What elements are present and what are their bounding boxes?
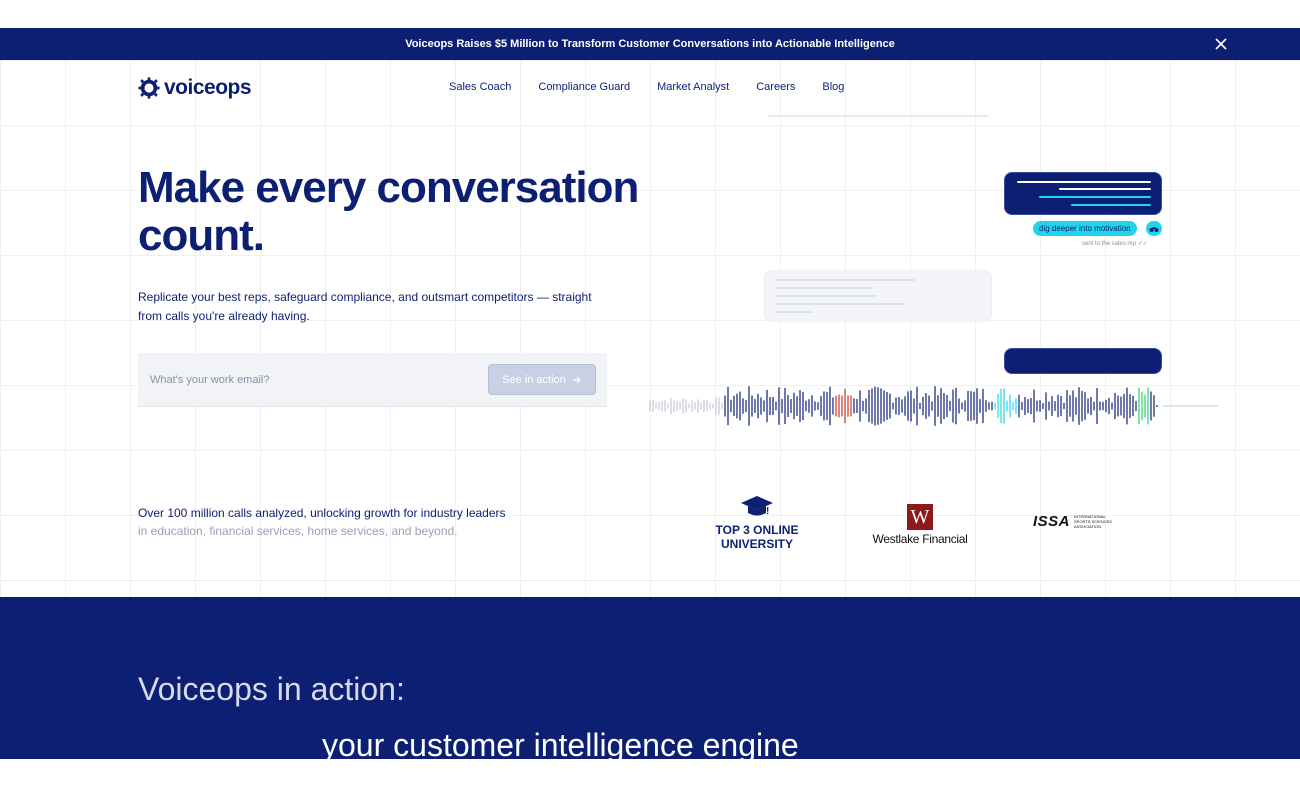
insight-tag: dig deeper into motivation — [1033, 221, 1137, 236]
logo[interactable]: voiceops — [138, 76, 252, 100]
email-signup-form: See in action — [138, 353, 607, 407]
close-icon[interactable] — [1212, 35, 1230, 53]
stats-line-2: in education, financial services, home s… — [138, 524, 458, 538]
hero-subtitle: Replicate your best reps, safeguard comp… — [138, 290, 592, 323]
main-menu: Sales Coach Compliance Guard Market Anal… — [449, 81, 844, 93]
nav-item-sales-coach[interactable]: Sales Coach — [449, 81, 511, 93]
university-logo: ! TOP 3 ONLINE UNIVERSITY — [712, 494, 802, 551]
hero-title: Make every conversation count. — [138, 163, 639, 260]
banner-text[interactable]: Voiceops Raises $5 Million to Transform … — [405, 38, 895, 50]
nav-item-careers[interactable]: Careers — [756, 81, 795, 93]
sent-note: sent to the sales rep ✓✓ — [1082, 241, 1148, 247]
westlake-financial-logo: W Westlake Financial — [864, 504, 976, 546]
cta-label: See in action — [502, 373, 566, 386]
svg-text:!: ! — [766, 506, 769, 517]
page: Voiceops Raises $5 Million to Transform … — [0, 28, 1300, 759]
issa-name: ISSA — [1033, 513, 1071, 530]
issa-sub: INTERNATIONAL SPORTS SCIENCES ASSOCIATIO… — [1074, 514, 1112, 529]
nav-item-blog[interactable]: Blog — [822, 81, 844, 93]
university-line-1: TOP 3 ONLINE — [715, 523, 799, 537]
nav-item-compliance-guard[interactable]: Compliance Guard — [538, 81, 630, 93]
nav-item-market-analyst[interactable]: Market Analyst — [657, 81, 729, 93]
reply-bubble — [1004, 348, 1162, 374]
logo-gear-icon — [138, 77, 160, 99]
top-navigation: voiceops Sales Coach Compliance Guard Ma… — [0, 60, 1300, 116]
section-subtitle: your customer intelligence engine — [322, 727, 799, 759]
westlake-name: Westlake Financial — [872, 532, 968, 546]
insight-tag-label: dig deeper into motivation — [1039, 224, 1131, 233]
see-in-action-button[interactable]: See in action — [488, 364, 596, 395]
work-email-input[interactable] — [148, 369, 472, 391]
logo-text: voiceops — [164, 76, 252, 99]
issa-logo: ISSA INTERNATIONAL SPORTS SCIENCES ASSOC… — [1033, 513, 1135, 530]
university-line-2: UNIVERSITY — [720, 537, 793, 551]
arrow-right-icon — [572, 376, 581, 383]
stats-line-1: Over 100 million calls analyzed, unlocki… — [138, 506, 506, 520]
binoculars-icon — [1146, 221, 1162, 236]
nav-divider — [768, 115, 988, 117]
voiceops-in-action-section: Voiceops in action: your customer intell… — [0, 597, 1300, 759]
transcript-bubble — [1004, 172, 1162, 215]
westlake-mark: W — [907, 504, 933, 530]
placeholder-message-card — [764, 270, 992, 322]
graduation-cap-icon: ! — [741, 496, 773, 517]
announcement-banner[interactable]: Voiceops Raises $5 Million to Transform … — [0, 28, 1300, 60]
section-title: Voiceops in action: — [138, 671, 405, 707]
audio-waveform — [649, 386, 1218, 426]
